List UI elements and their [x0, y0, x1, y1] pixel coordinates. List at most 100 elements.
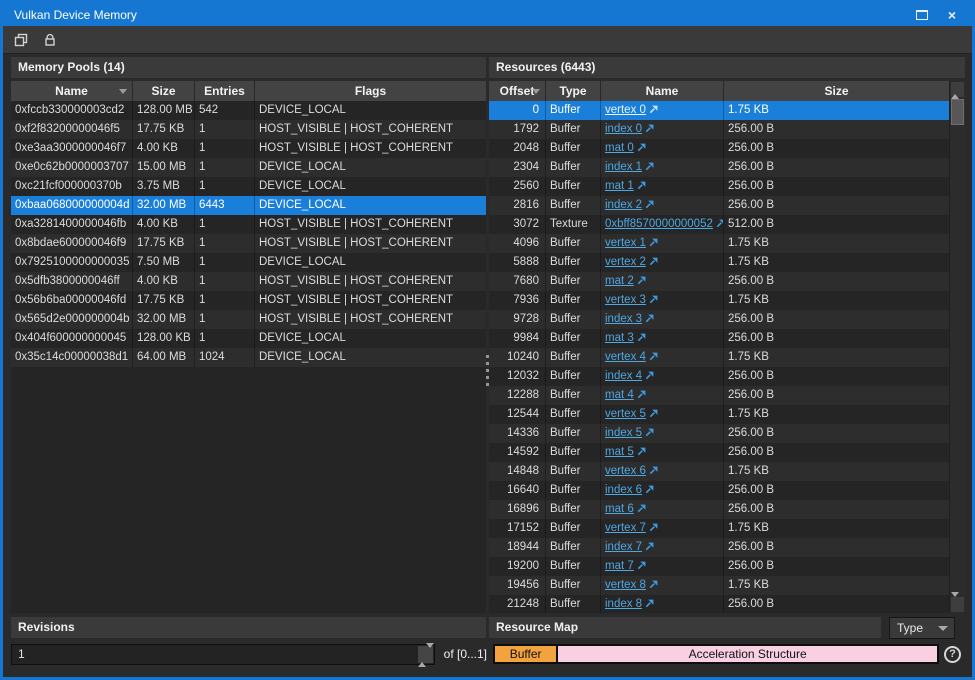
- resource-link[interactable]: mat 5: [605, 446, 634, 458]
- table-row[interactable]: 0xe0c62b000000370715.00 MB1DEVICE_LOCAL: [11, 158, 486, 177]
- table-row[interactable]: 0xe3aa3000000046f74.00 KB1HOST_VISIBLE |…: [11, 139, 486, 158]
- revision-spinner[interactable]: 1: [11, 644, 435, 665]
- spin-down-icon[interactable]: [426, 643, 434, 662]
- resource-link[interactable]: index 0: [605, 123, 642, 135]
- table-row[interactable]: 0xf2f83200000046f517.75 KB1HOST_VISIBLE …: [11, 120, 486, 139]
- resource-link[interactable]: mat 7: [605, 560, 634, 572]
- resource-link[interactable]: vertex 4: [605, 351, 646, 363]
- table-row[interactable]: 1792Bufferindex 0256.00 B: [489, 120, 949, 139]
- maximize-icon[interactable]: [916, 10, 928, 20]
- table-row[interactable]: 21248Bufferindex 8256.00 B: [489, 595, 949, 613]
- column-header-type[interactable]: Type: [546, 81, 601, 101]
- table-row[interactable]: 19200Buffermat 7256.00 B: [489, 557, 949, 576]
- table-row[interactable]: 12544Buffervertex 51.75 KB: [489, 405, 949, 424]
- table-row[interactable]: 0x404f600000000045128.00 KB1DEVICE_LOCAL: [11, 329, 486, 348]
- map-mode-dropdown[interactable]: Type: [889, 617, 955, 639]
- map-segment[interactable]: Buffer: [495, 646, 558, 662]
- new-window-icon[interactable]: [13, 32, 29, 48]
- table-row[interactable]: 0xc21fcf000000370b3.75 MB1DEVICE_LOCAL: [11, 177, 486, 196]
- table-row[interactable]: 18944Bufferindex 7256.00 B: [489, 538, 949, 557]
- resource-link[interactable]: mat 3: [605, 332, 634, 344]
- scroll-up-icon[interactable]: [951, 82, 964, 97]
- table-row[interactable]: 0x79251000000000357.50 MB1DEVICE_LOCAL: [11, 253, 486, 272]
- resource-link[interactable]: index 5: [605, 427, 642, 439]
- column-header-name[interactable]: Name: [11, 81, 133, 101]
- resource-link[interactable]: vertex 8: [605, 579, 646, 591]
- column-header-entries[interactable]: Entries: [195, 81, 255, 101]
- column-header-size[interactable]: Size: [724, 81, 949, 101]
- lock-icon[interactable]: [42, 32, 58, 48]
- resource-link[interactable]: vertex 6: [605, 465, 646, 477]
- close-icon[interactable]: ×: [948, 10, 956, 20]
- table-row[interactable]: 7680Buffermat 2256.00 B: [489, 272, 949, 291]
- table-row[interactable]: 0x35c14c00000038d164.00 MB1024DEVICE_LOC…: [11, 348, 486, 367]
- table-row[interactable]: 0x56b6ba00000046fd17.75 KB1HOST_VISIBLE …: [11, 291, 486, 310]
- table-row[interactable]: 0xa3281400000046fb4.00 KB1HOST_VISIBLE |…: [11, 215, 486, 234]
- table-row[interactable]: 14848Buffervertex 61.75 KB: [489, 462, 949, 481]
- resource-link[interactable]: 0xbff8570000000052: [605, 218, 713, 230]
- resource-link[interactable]: index 6: [605, 484, 642, 496]
- resource-link[interactable]: index 1: [605, 161, 642, 173]
- column-header-offset[interactable]: Offset: [489, 81, 546, 101]
- cell-name: mat 5: [601, 443, 724, 462]
- resource-link[interactable]: index 8: [605, 598, 642, 610]
- column-header-name[interactable]: Name: [601, 81, 724, 101]
- table-row[interactable]: 16640Bufferindex 6256.00 B: [489, 481, 949, 500]
- table-row[interactable]: 12032Bufferindex 4256.00 B: [489, 367, 949, 386]
- spin-up-icon[interactable]: [418, 648, 426, 667]
- resource-link[interactable]: mat 2: [605, 275, 634, 287]
- table-row[interactable]: 3072Texture0xbff8570000000052512.00 B: [489, 215, 949, 234]
- table-row[interactable]: 9728Bufferindex 3256.00 B: [489, 310, 949, 329]
- column-header-size[interactable]: Size: [133, 81, 195, 101]
- spinner-buttons[interactable]: [418, 646, 433, 663]
- resource-link[interactable]: vertex 7: [605, 522, 646, 534]
- scroll-down-icon[interactable]: [951, 597, 964, 612]
- table-row[interactable]: 5888Buffervertex 21.75 KB: [489, 253, 949, 272]
- table-row[interactable]: 0Buffervertex 01.75 KB: [489, 101, 949, 120]
- resource-link[interactable]: index 4: [605, 370, 642, 382]
- resources-scrollbar[interactable]: [949, 81, 965, 613]
- column-header-flags[interactable]: Flags: [255, 81, 486, 101]
- table-row[interactable]: 0x565d2e000000004b32.00 MB1HOST_VISIBLE …: [11, 310, 486, 329]
- table-row[interactable]: 0xbaa068000000004d32.00 MB6443DEVICE_LOC…: [11, 196, 486, 215]
- resource-link[interactable]: mat 0: [605, 142, 634, 154]
- scrollbar-thumb[interactable]: [951, 99, 964, 125]
- help-icon[interactable]: ?: [944, 646, 961, 663]
- resource-map-bar[interactable]: BufferAcceleration Structure: [493, 644, 939, 664]
- map-segment[interactable]: Acceleration Structure: [558, 646, 937, 662]
- table-row[interactable]: 17152Buffervertex 71.75 KB: [489, 519, 949, 538]
- table-row[interactable]: 7936Buffervertex 31.75 KB: [489, 291, 949, 310]
- table-row[interactable]: 12288Buffermat 4256.00 B: [489, 386, 949, 405]
- table-row[interactable]: 2048Buffermat 0256.00 B: [489, 139, 949, 158]
- title-bar[interactable]: Vulkan Device Memory ×: [3, 3, 972, 26]
- resource-link[interactable]: mat 1: [605, 180, 634, 192]
- resource-link[interactable]: vertex 5: [605, 408, 646, 420]
- resource-link[interactable]: index 3: [605, 313, 642, 325]
- table-row[interactable]: 2304Bufferindex 1256.00 B: [489, 158, 949, 177]
- resource-link[interactable]: mat 4: [605, 389, 634, 401]
- table-row[interactable]: 2560Buffermat 1256.00 B: [489, 177, 949, 196]
- resource-link[interactable]: index 7: [605, 541, 642, 553]
- table-row[interactable]: 9984Buffermat 3256.00 B: [489, 329, 949, 348]
- resource-link[interactable]: vertex 3: [605, 294, 646, 306]
- table-row[interactable]: 16896Buffermat 6256.00 B: [489, 500, 949, 519]
- table-row[interactable]: 14336Bufferindex 5256.00 B: [489, 424, 949, 443]
- table-row[interactable]: 14592Buffermat 5256.00 B: [489, 443, 949, 462]
- cell-size: 256.00 B: [724, 386, 949, 405]
- resource-link[interactable]: index 2: [605, 199, 642, 211]
- resource-link[interactable]: vertex 0: [605, 104, 646, 116]
- table-row[interactable]: 4096Buffervertex 11.75 KB: [489, 234, 949, 253]
- cell-name: 0x5dfb3800000046ff: [11, 272, 133, 291]
- table-row[interactable]: 19456Buffervertex 81.75 KB: [489, 576, 949, 595]
- table-row[interactable]: 0x8bdae600000046f917.75 KB1HOST_VISIBLE …: [11, 234, 486, 253]
- table-row[interactable]: 2816Bufferindex 2256.00 B: [489, 196, 949, 215]
- resource-link[interactable]: mat 6: [605, 503, 634, 515]
- table-row[interactable]: 0xfccb330000003cd2128.00 MB542DEVICE_LOC…: [11, 101, 486, 120]
- resource-link[interactable]: vertex 2: [605, 256, 646, 268]
- cell-name: mat 4: [601, 386, 724, 405]
- column-label: Size: [151, 84, 175, 98]
- cell-size: 256.00 B: [724, 595, 949, 613]
- table-row[interactable]: 0x5dfb3800000046ff4.00 KB1HOST_VISIBLE |…: [11, 272, 486, 291]
- resource-link[interactable]: vertex 1: [605, 237, 646, 249]
- table-row[interactable]: 10240Buffervertex 41.75 KB: [489, 348, 949, 367]
